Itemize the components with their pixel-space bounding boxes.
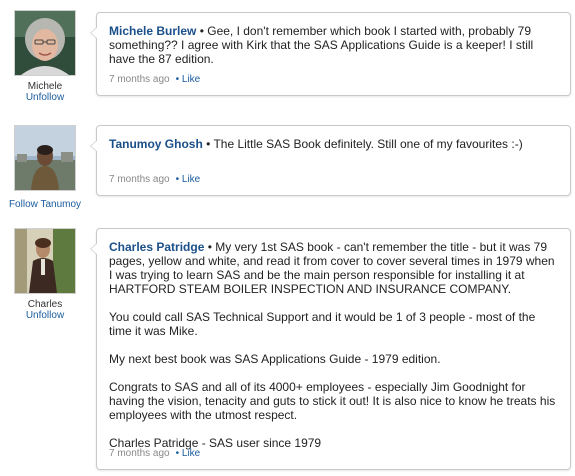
follow-link[interactable]: Follow Tanumoy bbox=[0, 199, 90, 210]
avatar-photo-icon bbox=[15, 11, 75, 75]
comment-paragraph: The Little SAS Book definitely. Still on… bbox=[213, 137, 523, 151]
avatar-photo-icon bbox=[15, 126, 75, 190]
comment-paragraph: My next best book was SAS Applications G… bbox=[109, 352, 441, 366]
comment-author: Charles Unfollow bbox=[0, 228, 90, 321]
comment-meta: 7 months ago • Like bbox=[109, 173, 200, 187]
poster-name-link[interactable]: Charles Patridge bbox=[109, 240, 204, 254]
separator: • bbox=[204, 240, 216, 254]
separator: • bbox=[202, 137, 214, 151]
timestamp: 7 months ago bbox=[109, 74, 170, 85]
unfollow-link[interactable]: Unfollow bbox=[0, 310, 90, 321]
poster-name-link[interactable]: Tanumoy Ghosh bbox=[109, 137, 203, 151]
comment-meta: 7 months ago • Like bbox=[109, 73, 200, 87]
avatar[interactable] bbox=[14, 10, 76, 76]
avatar[interactable] bbox=[14, 125, 76, 191]
poster-name-link[interactable]: Michele Burlew bbox=[109, 24, 196, 38]
comment-author: Michele Unfollow bbox=[0, 10, 90, 103]
avatar[interactable] bbox=[14, 228, 76, 294]
author-name: Charles bbox=[27, 299, 63, 310]
comment-text: Charles Patridge • My very 1st SAS book … bbox=[109, 240, 558, 296]
author-name: Michele bbox=[27, 81, 63, 92]
comment-text: Michele Burlew • Gee, I don't remember w… bbox=[109, 24, 558, 66]
like-link[interactable]: • Like bbox=[176, 448, 201, 459]
timestamp: 7 months ago bbox=[109, 174, 170, 185]
comment-bubble: Charles Patridge • My very 1st SAS book … bbox=[90, 228, 571, 470]
like-link[interactable]: • Like bbox=[176, 74, 201, 85]
unfollow-link[interactable]: Unfollow bbox=[0, 92, 90, 103]
comment-paragraph: Congrats to SAS and all of its 4000+ emp… bbox=[109, 380, 556, 422]
comment-meta: 7 months ago • Like bbox=[109, 447, 200, 461]
comment-author: Follow Tanumoy bbox=[0, 125, 90, 210]
avatar-photo-icon bbox=[15, 229, 75, 293]
comment-bubble: Michele Burlew • Gee, I don't remember w… bbox=[90, 12, 571, 96]
comment-bubble: Tanumoy Ghosh • The Little SAS Book defi… bbox=[90, 125, 571, 196]
timestamp: 7 months ago bbox=[109, 448, 170, 459]
comment-text: Tanumoy Ghosh • The Little SAS Book defi… bbox=[109, 137, 558, 151]
separator: • bbox=[196, 24, 208, 38]
comment-paragraph: You could call SAS Technical Support and… bbox=[109, 310, 536, 338]
like-link[interactable]: • Like bbox=[176, 174, 201, 185]
